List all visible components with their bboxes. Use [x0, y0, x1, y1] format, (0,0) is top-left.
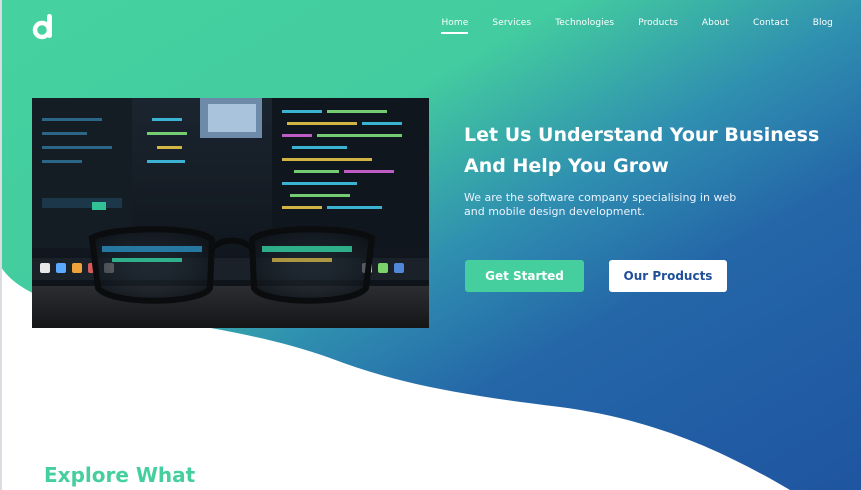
- our-products-button[interactable]: Our Products: [609, 260, 727, 292]
- nav-item-home[interactable]: Home: [441, 16, 469, 34]
- hero-subtitle: We are the software company specialising…: [464, 191, 737, 218]
- hero-title-line-2: And Help You Grow: [464, 155, 669, 177]
- hero-image: [32, 98, 429, 328]
- page-left-border: [0, 0, 2, 490]
- nav-item-products[interactable]: Products: [638, 16, 678, 34]
- nav-item-about[interactable]: About: [702, 16, 729, 34]
- hero-title: Let Us Understand Your Business And Help…: [464, 120, 844, 182]
- d-letter-logo-icon[interactable]: [32, 12, 54, 40]
- nav-item-services[interactable]: Services: [492, 16, 531, 34]
- nav-item-technologies[interactable]: Technologies: [555, 16, 614, 34]
- main-nav: Home Services Technologies Products Abou…: [417, 16, 833, 34]
- nav-item-blog[interactable]: Blog: [813, 16, 833, 34]
- nav-item-contact[interactable]: Contact: [753, 16, 789, 34]
- hero-title-line-1: Let Us Understand Your Business: [464, 124, 820, 146]
- glasses-on-code-screen-photo: [32, 98, 429, 328]
- section-title: Explore What: [44, 463, 196, 487]
- page: Home Services Technologies Products Abou…: [0, 0, 861, 490]
- get-started-button[interactable]: Get Started: [465, 260, 584, 292]
